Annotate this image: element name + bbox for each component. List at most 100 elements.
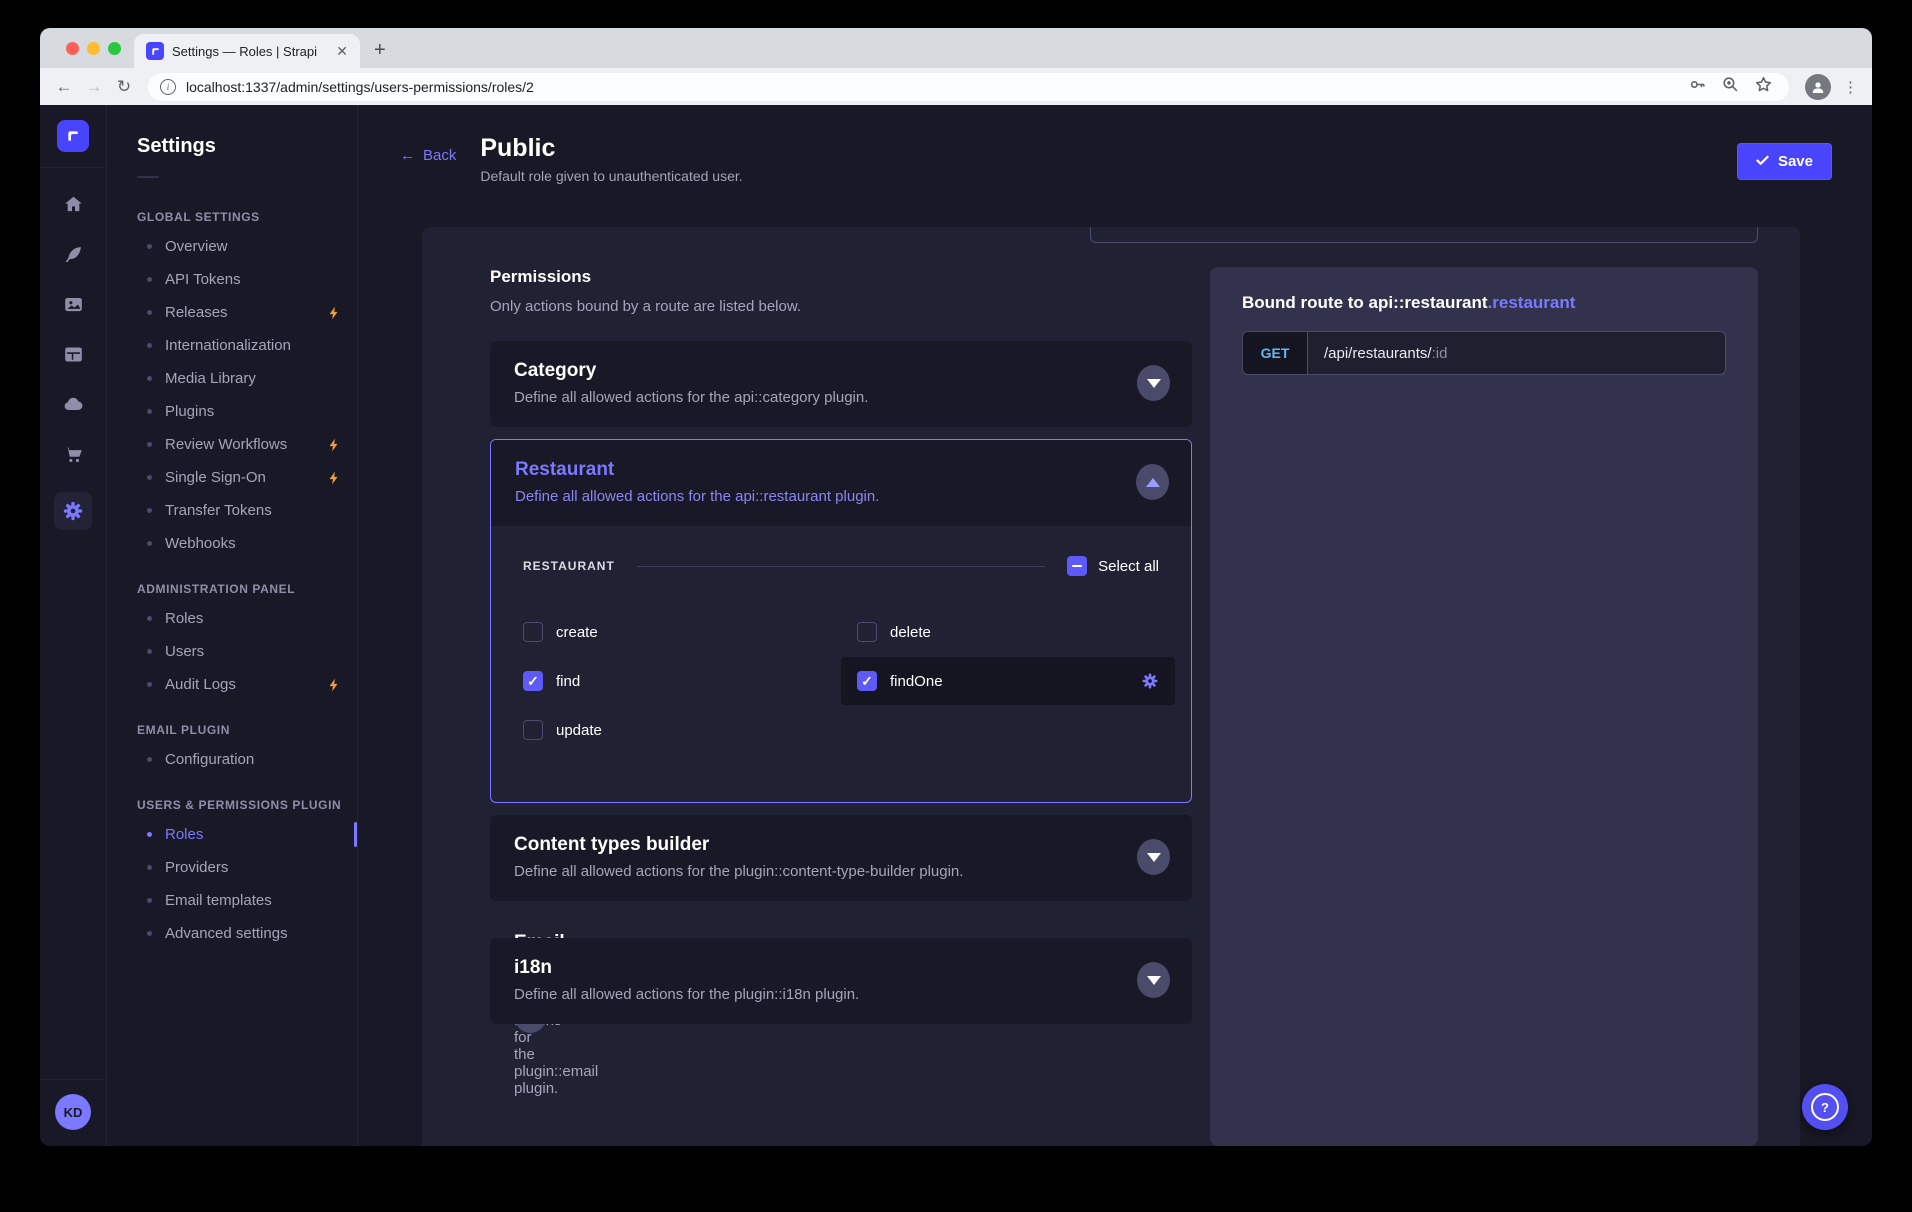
zoom-page-icon[interactable] xyxy=(1721,75,1740,99)
nav-item-label: Releases xyxy=(165,304,228,321)
nav-item-label: Roles xyxy=(165,610,203,627)
accordion-subtitle: Define all allowed actions for the api::… xyxy=(515,488,879,505)
content-manager-feather-icon[interactable] xyxy=(61,242,85,266)
password-key-icon[interactable] xyxy=(1688,75,1707,99)
permission-row-findone[interactable]: ✓findOne xyxy=(841,657,1175,705)
back-nav-icon[interactable]: ← xyxy=(50,73,78,101)
nav-item-label: Review Workflows xyxy=(165,436,287,453)
sidebar-item-plugins[interactable]: Plugins xyxy=(107,395,357,428)
settings-gear-icon[interactable] xyxy=(54,492,92,530)
accordion-email: EmailDefine all allowed actions for the … xyxy=(490,913,503,926)
back-link[interactable]: ← Back xyxy=(400,147,456,164)
url-text: localhost:1337/admin/settings/users-perm… xyxy=(186,79,1678,95)
accordion-restaurant: RestaurantDefine all allowed actions for… xyxy=(490,439,1192,803)
permission-row-create[interactable]: create xyxy=(507,608,841,656)
minimize-window-button[interactable] xyxy=(87,42,100,55)
sidebar-item-overview[interactable]: Overview xyxy=(107,230,357,263)
chevron-down-icon xyxy=(1147,853,1161,862)
forward-nav-icon[interactable]: → xyxy=(80,73,108,101)
close-window-button[interactable] xyxy=(66,42,79,55)
sidebar-item-providers[interactable]: Providers xyxy=(107,851,357,884)
expand-chevron-button[interactable] xyxy=(1137,839,1170,875)
bullet-icon xyxy=(147,508,152,513)
bound-route-panel: Bound route to api::restaurant.restauran… xyxy=(1210,267,1758,1146)
accordion-header-content-types-builder[interactable]: Content types builderDefine all allowed … xyxy=(490,815,1192,901)
sidebar-item-transfer-tokens[interactable]: Transfer Tokens xyxy=(107,494,357,527)
browser-profile-avatar[interactable] xyxy=(1805,74,1831,100)
findOne-checkbox[interactable]: ✓ xyxy=(857,671,877,691)
find-checkbox[interactable]: ✓ xyxy=(523,671,543,691)
reload-icon[interactable]: ↻ xyxy=(110,73,138,101)
update-checkbox[interactable] xyxy=(523,720,543,740)
page-header: ← Back Public Default role given to unau… xyxy=(358,105,1872,227)
sidebar-item-releases[interactable]: Releases xyxy=(107,296,357,329)
permission-row-update[interactable]: update xyxy=(507,706,841,754)
role-form-card: Permissions Only actions bound by a rout… xyxy=(422,227,1800,1146)
permissions-panel: Permissions Only actions bound by a rout… xyxy=(490,267,1192,1146)
expand-chevron-button[interactable] xyxy=(1137,365,1170,401)
select-all-checkbox[interactable] xyxy=(1067,556,1087,576)
sidebar-item-single-sign-on[interactable]: Single Sign-On xyxy=(107,461,357,494)
bookmark-star-icon[interactable] xyxy=(1754,75,1773,99)
nav-item-label: Providers xyxy=(165,859,228,876)
accordion-subtitle: Define all allowed actions for the plugi… xyxy=(514,986,859,1003)
permission-row-find[interactable]: ✓find xyxy=(507,657,841,705)
collapse-chevron-button[interactable] xyxy=(1136,464,1169,500)
maximize-window-button[interactable] xyxy=(108,42,121,55)
tab-close-icon[interactable]: ✕ xyxy=(332,42,352,60)
browser-menu-icon[interactable]: ⋮ xyxy=(1843,78,1858,96)
nav-item-label: Transfer Tokens xyxy=(165,502,272,519)
nav-item-label: Roles xyxy=(165,826,203,843)
sidebar-item-review-workflows[interactable]: Review Workflows xyxy=(107,428,357,461)
nav-item-label: Configuration xyxy=(165,751,254,768)
content-scroll-area[interactable]: Permissions Only actions bound by a rout… xyxy=(358,227,1872,1146)
sidebar-item-email-templates[interactable]: Email templates xyxy=(107,884,357,917)
sidebar-item-api-tokens[interactable]: API Tokens xyxy=(107,263,357,296)
sidebar-item-media-library[interactable]: Media Library xyxy=(107,362,357,395)
sidebar-divider xyxy=(137,176,159,178)
sidebar-item-webhooks[interactable]: Webhooks xyxy=(107,527,357,560)
marketplace-cart-icon[interactable] xyxy=(61,442,85,466)
bullet-icon xyxy=(147,649,152,654)
sidebar-item-roles[interactable]: Roles xyxy=(107,818,357,851)
nav-item-label: Webhooks xyxy=(165,535,236,552)
accordion-header-restaurant[interactable]: RestaurantDefine all allowed actions for… xyxy=(491,440,1191,526)
sidebar-item-users[interactable]: Users xyxy=(107,635,357,668)
home-icon[interactable] xyxy=(61,192,85,216)
bound-route-title: Bound route to api::restaurant.restauran… xyxy=(1242,293,1726,313)
nav-item-label: Advanced settings xyxy=(165,925,288,942)
page-title: Public xyxy=(480,135,742,163)
accordion-header-i18n[interactable]: i18nDefine all allowed actions for the p… xyxy=(490,938,1192,1024)
user-avatar[interactable]: KD xyxy=(55,1094,91,1130)
bullet-icon xyxy=(147,277,152,282)
url-bar[interactable]: i localhost:1337/admin/settings/users-pe… xyxy=(148,73,1789,101)
nav-section-label: EMAIL PLUGIN xyxy=(107,701,357,743)
sidebar-item-roles[interactable]: Roles xyxy=(107,602,357,635)
sidebar-item-internationalization[interactable]: Internationalization xyxy=(107,329,357,362)
permission-row-delete[interactable]: delete xyxy=(841,608,1175,656)
chevron-down-icon xyxy=(1147,379,1161,388)
sidebar-item-audit-logs[interactable]: Audit Logs xyxy=(107,668,357,701)
select-all-control[interactable]: Select all xyxy=(1067,556,1159,576)
deploy-cloud-icon[interactable] xyxy=(61,392,85,416)
new-tab-button[interactable]: + xyxy=(374,39,386,62)
sidebar-item-configuration[interactable]: Configuration xyxy=(107,743,357,776)
bullet-icon xyxy=(147,931,152,936)
main-nav-rail: KD xyxy=(40,105,107,1146)
media-library-icon[interactable] xyxy=(61,292,85,316)
description-input-partial[interactable] xyxy=(1090,227,1758,243)
accordion-header-category[interactable]: CategoryDefine all allowed actions for t… xyxy=(490,341,1192,427)
check-mark-icon: ✓ xyxy=(861,674,873,688)
expand-chevron-button[interactable] xyxy=(1137,962,1170,998)
sidebar-item-advanced-settings[interactable]: Advanced settings xyxy=(107,917,357,950)
lightning-icon xyxy=(327,677,341,693)
help-button[interactable]: ? xyxy=(1802,1084,1848,1130)
save-button[interactable]: Save xyxy=(1737,143,1832,180)
content-type-builder-icon[interactable] xyxy=(61,342,85,366)
browser-tab[interactable]: Settings — Roles | Strapi ✕ xyxy=(134,34,360,68)
permission-settings-gear-icon[interactable] xyxy=(1141,672,1159,690)
strapi-logo[interactable] xyxy=(57,120,89,152)
site-info-icon[interactable]: i xyxy=(160,79,176,95)
delete-checkbox[interactable] xyxy=(857,622,877,642)
create-checkbox[interactable] xyxy=(523,622,543,642)
